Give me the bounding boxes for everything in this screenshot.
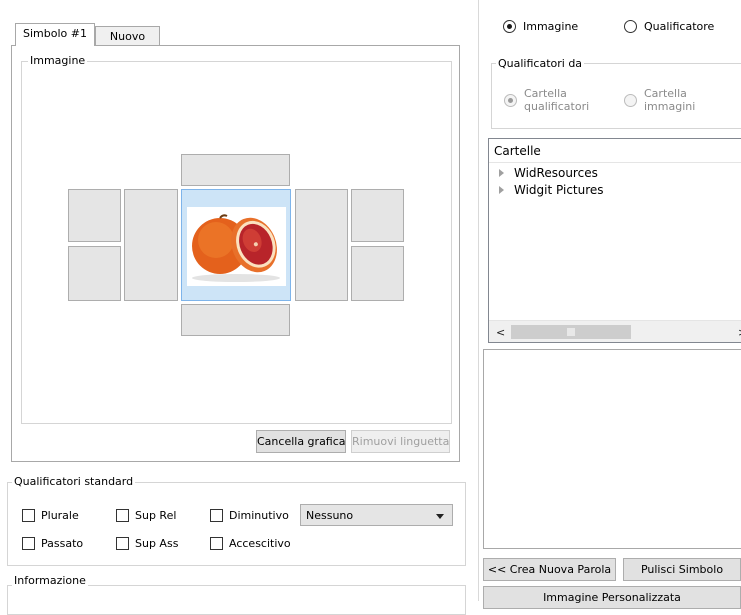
qualifiers-from-legend: Qualificatori da [496, 57, 585, 70]
chevron-right-icon[interactable] [499, 169, 504, 177]
tree-item-widgit-pictures-label: Widgit Pictures [514, 183, 604, 197]
checkbox-augmentative-box[interactable] [210, 537, 223, 550]
clear-graphic-button[interactable]: Cancella grafica [256, 430, 346, 453]
checkbox-diminutive[interactable]: Diminutivo [210, 509, 289, 522]
radio-qualifiers-folder-label-1: Cartella [524, 87, 567, 100]
custom-image-button[interactable]: Immagine Personalizzata [483, 586, 741, 609]
radio-qualifiers-folder-dot [504, 93, 517, 107]
tab-new-label: Nuovo [109, 30, 146, 43]
radio-images-folder-label-2: immagini [644, 100, 696, 113]
blood-orange-image [187, 207, 286, 286]
slot-bottom[interactable] [181, 304, 290, 336]
preview-area [483, 349, 741, 549]
checkbox-diminutive-label: Diminutivo [229, 509, 289, 522]
radio-qualifiers-folder-label-2: qualificatori [524, 100, 590, 113]
tree-item-widgit-pictures[interactable]: Widgit Pictures [499, 183, 604, 197]
radio-image[interactable]: Immagine [503, 20, 578, 33]
tree-item-widresources[interactable]: WidResources [499, 166, 598, 180]
checkbox-sup-rel-box[interactable] [116, 509, 129, 522]
tab-symbol-1[interactable]: Simbolo #1 [15, 23, 95, 46]
folders-tree[interactable]: Cartelle WidResources Widgit Pictures < … [488, 138, 741, 343]
radio-images-folder: Cartella immagini [624, 87, 695, 113]
checkbox-augmentative[interactable]: Accescitivo [210, 537, 291, 550]
new-word-button[interactable]: << Crea Nuova Parola [483, 558, 616, 581]
info-legend: Informazione [12, 574, 88, 587]
chevron-right-icon[interactable] [499, 186, 504, 194]
tab-new[interactable]: Nuovo [95, 26, 160, 46]
radio-qualifier-label: Qualificatore [644, 20, 715, 33]
clear-symbol-button[interactable]: Pulisci Simbolo [623, 558, 741, 581]
slot-top[interactable] [181, 154, 290, 186]
checkbox-plural-box[interactable] [22, 509, 35, 522]
info-groupbox [7, 585, 466, 615]
slot-left-bottom-outer[interactable] [68, 246, 121, 301]
scroll-left-arrow-icon[interactable]: < [496, 326, 505, 339]
slot-left-top-outer[interactable] [68, 189, 121, 242]
horizontal-scrollbar[interactable]: < > [489, 320, 741, 342]
checkbox-diminutive-box[interactable] [210, 509, 223, 522]
checkbox-sup-rel[interactable]: Sup Rel [116, 509, 176, 522]
checkbox-plural-label: Plurale [41, 509, 79, 522]
folders-header-label: Cartelle [494, 144, 541, 158]
slot-left-inner[interactable] [124, 189, 178, 301]
checkbox-sup-rel-label: Sup Rel [135, 509, 177, 522]
radio-images-folder-label-1: Cartella [644, 87, 687, 100]
slot-right-bottom-outer[interactable] [351, 246, 404, 301]
checkbox-sup-ass-box[interactable] [116, 537, 129, 550]
qualifier-dropdown-value: Nessuno [306, 509, 354, 522]
tree-item-widresources-label: WidResources [514, 166, 598, 180]
checkbox-past[interactable]: Passato [22, 537, 83, 550]
image-groupbox-legend: Immagine [28, 54, 88, 67]
slot-right-top-outer[interactable] [351, 189, 404, 242]
standard-qualifiers-legend: Qualificatori standard [12, 475, 136, 488]
scrollbar-thumb-grip [567, 328, 575, 336]
tab-symbol-1-label: Simbolo #1 [23, 27, 87, 40]
checkbox-sup-ass-label: Sup Ass [135, 537, 179, 550]
chevron-down-icon [436, 514, 444, 519]
checkbox-sup-ass[interactable]: Sup Ass [116, 537, 178, 550]
checkbox-plural[interactable]: Plurale [22, 509, 79, 522]
qualifier-dropdown[interactable]: Nessuno [300, 504, 453, 526]
radio-qualifier[interactable]: Qualificatore [624, 20, 714, 33]
checkbox-past-box[interactable] [22, 537, 35, 550]
radio-qualifiers-folder: Cartella qualificatori [504, 87, 589, 113]
checkbox-past-label: Passato [41, 537, 84, 550]
slot-right-inner[interactable] [295, 189, 348, 301]
folders-header: Cartelle [489, 139, 741, 163]
slot-main-image[interactable] [181, 189, 291, 301]
radio-image-dot[interactable] [503, 20, 516, 33]
radio-images-folder-dot [624, 93, 637, 107]
checkbox-augmentative-label: Accescitivo [229, 537, 291, 550]
radio-qualifier-dot[interactable] [624, 20, 637, 33]
radio-image-label: Immagine [523, 20, 579, 33]
pane-divider [478, 0, 479, 601]
remove-tab-button: Rimuovi linguetta [351, 430, 450, 453]
